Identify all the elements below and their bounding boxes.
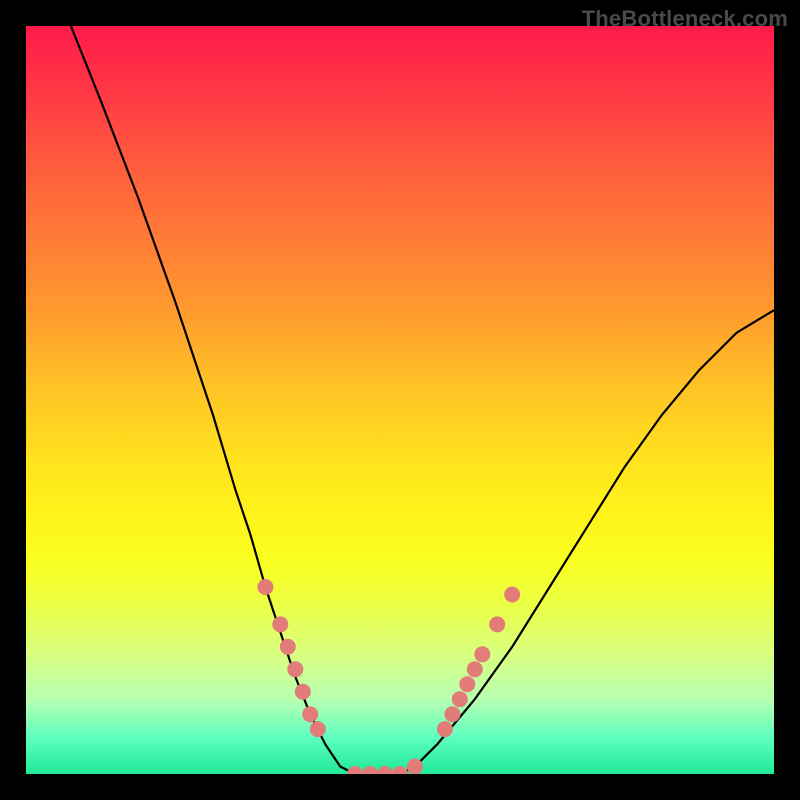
marker-point — [295, 684, 311, 700]
marker-point — [489, 616, 505, 632]
chart-container: TheBottleneck.com — [0, 0, 800, 800]
watermark-text: TheBottleneck.com — [582, 6, 788, 32]
curve-line — [71, 26, 774, 774]
marker-point — [302, 706, 318, 722]
marker-point — [459, 676, 475, 692]
highlighted-markers — [257, 579, 520, 774]
marker-point — [287, 661, 303, 677]
marker-point — [437, 721, 453, 737]
chart-svg — [26, 26, 774, 774]
marker-point — [280, 639, 296, 655]
marker-point — [310, 721, 326, 737]
marker-point — [474, 646, 490, 662]
marker-point — [362, 766, 378, 774]
marker-point — [467, 661, 483, 677]
marker-point — [272, 616, 288, 632]
marker-point — [392, 766, 408, 774]
marker-point — [452, 691, 468, 707]
marker-point — [504, 587, 520, 603]
marker-point — [444, 706, 460, 722]
plot-area — [26, 26, 774, 774]
marker-point — [347, 766, 363, 774]
marker-point — [257, 579, 273, 595]
marker-point — [377, 766, 393, 774]
marker-point — [407, 759, 423, 775]
